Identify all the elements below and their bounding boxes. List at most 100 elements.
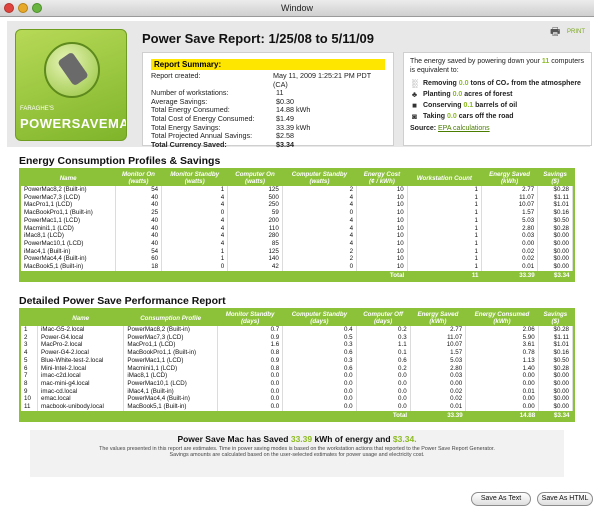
total-spacer [21, 410, 357, 420]
table-cell: 40 [115, 193, 163, 202]
table-cell: $0.00 [537, 263, 573, 271]
table-cell: 4 [161, 193, 229, 202]
column-header: Name [72, 314, 90, 322]
column-header: Monitor Standby (days) [225, 311, 275, 325]
tree-icon: ♣ [411, 90, 418, 99]
equivalent-text: Planting 0.0 acres of forest [423, 89, 513, 100]
table-cell: 4 [282, 224, 358, 233]
source-line: Source: EPA calculations [410, 125, 490, 132]
table-cell: $0.28 [537, 186, 573, 194]
table-cell: 0.78 [465, 349, 539, 357]
summary-row: Total Currency Saved: $3.34 [151, 139, 385, 150]
column-header: Energy Cost (¢ / kWh) [363, 171, 401, 185]
table-cell: 10 [356, 224, 408, 233]
table-cell: 4 [282, 201, 358, 210]
table-cell: 1.57 [410, 349, 467, 357]
table-cell: PowerMac10,1 (LCD) [21, 239, 116, 248]
save-as-text-button[interactable]: Save As Text [471, 492, 531, 506]
summary-key: Report created: [151, 71, 201, 80]
table-cell: 54 [115, 247, 163, 256]
powersavemac-logo: FARAGHE'S POWERSAVEMAC [15, 29, 127, 141]
table-cell: iMac4,1 (Built-in) [123, 387, 218, 396]
table-cell: 0.3 [356, 333, 411, 342]
table-cell: $0.16 [538, 349, 574, 357]
table-cell: 11 [21, 403, 39, 411]
table-cell: 1.40 [465, 364, 539, 373]
table-cell: $0.00 [538, 395, 574, 404]
table-cell: 85 [227, 239, 283, 248]
table-cell: 1 [407, 224, 482, 233]
table-cell: 10 [356, 193, 408, 202]
table-cell: 4 [161, 216, 229, 225]
total-label: Total [356, 270, 408, 280]
title-bar[interactable]: Window [0, 0, 594, 17]
table-cell: 60 [115, 255, 163, 264]
column-header: Energy Consumed (kWh) [474, 311, 530, 325]
minimize-button[interactable] [18, 3, 28, 13]
app-window: Window FARAGHE'S POWERSAVEMAC Power Save… [0, 0, 594, 517]
column-header: Computer On (watts) [235, 171, 275, 185]
performance-title: Detailed Power Save Performance Report [19, 295, 226, 307]
summary-key: Total Currency Saved: [151, 139, 227, 149]
smokestack-icon: ░ [411, 79, 418, 88]
table-cell: 0 [282, 263, 358, 271]
table-cell: 0.2 [356, 326, 411, 334]
equivalent-item: ■ Conserving 0.1 barrels of oil [410, 100, 585, 111]
printer-icon[interactable]: 🖶 [550, 26, 563, 38]
table-cell: 0.3 [282, 341, 357, 350]
table-cell: $0.00 [538, 372, 574, 380]
table-cell: 1 [407, 247, 482, 256]
column-header [21, 310, 38, 326]
epa-link[interactable]: EPA calculations [438, 125, 490, 132]
save-as-html-button[interactable]: Save As HTML [537, 492, 593, 506]
table-cell: 1 [407, 193, 482, 202]
table-cell: 0.01 [410, 403, 467, 411]
table-cell: 0.03 [481, 232, 539, 240]
table-cell: 0.0 [217, 379, 284, 388]
performance-table: Name Consumption Profile Monitor Standby (… [21, 310, 574, 420]
close-button[interactable] [4, 3, 14, 13]
table-cell: PowerMac10,1 (LCD) [123, 379, 218, 388]
table-cell: PowerMac1,1 (LCD) [21, 216, 116, 225]
table-row: MacPro1,1 (LCD) 40 4 250 4 10 1 10.07 $1.01 [21, 201, 573, 210]
table-cell: 0.0 [282, 403, 357, 411]
equivalent-pre: Taking [423, 113, 446, 120]
table-cell: 11.07 [410, 333, 467, 342]
equivalent-pre: Conserving [423, 102, 462, 109]
table-cell: 4 [21, 349, 39, 357]
barrel-icon: ■ [412, 101, 417, 110]
table-cell: 0.00 [465, 372, 539, 380]
table-cell: 3.61 [465, 341, 539, 350]
equivalents-panel: The energy saved by powering down your 1… [403, 52, 592, 146]
energy-profiles-title: Energy Consumption Profiles & Savings [19, 155, 221, 167]
equivalent-post: acres of forest [464, 91, 513, 98]
table-cell: 0.1 [356, 349, 411, 357]
zoom-button[interactable] [32, 3, 42, 13]
column-header: Computer Standby (watts) [291, 171, 348, 185]
table-cell: $1.11 [538, 333, 574, 342]
column-header: Name [59, 174, 77, 182]
table-cell: 280 [227, 232, 283, 240]
table-cell: 2.77 [410, 326, 467, 334]
table-cell: PowerMac4,4 (Built-in) [21, 255, 116, 264]
table-cell: 4 [282, 239, 358, 248]
equivalent-text: Taking 0.0 cars off the road [423, 111, 514, 122]
table-row: PowerMac7,3 (LCD) 40 4 500 4 10 1 11.07 $1.11 [21, 193, 573, 202]
table-cell: 1 [407, 209, 482, 217]
table-cell: MacPro1,1 (LCD) [21, 201, 116, 210]
column-header: Savings ($) [543, 311, 568, 325]
table-cell: 25 [115, 209, 163, 217]
equivalent-post: cars off the road [458, 113, 514, 120]
table-cell: macbook-unibody.local [37, 403, 125, 411]
table-cell: 500 [227, 193, 283, 202]
table-cell: Mini-Intel-2.local [37, 364, 125, 373]
print-link[interactable]: PRINT [567, 29, 585, 35]
table-cell: iMac4,1 (Built-in) [21, 247, 116, 256]
column-header: Monitor Standby (watts) [170, 171, 220, 185]
table-cell: 0.3 [282, 356, 357, 365]
table-cell: $1.11 [537, 193, 573, 202]
table-cell: 54 [115, 186, 163, 194]
table-cell: $0.50 [537, 216, 573, 225]
table-cell: 4 [282, 216, 358, 225]
column-header: Workstation Count [416, 174, 472, 182]
